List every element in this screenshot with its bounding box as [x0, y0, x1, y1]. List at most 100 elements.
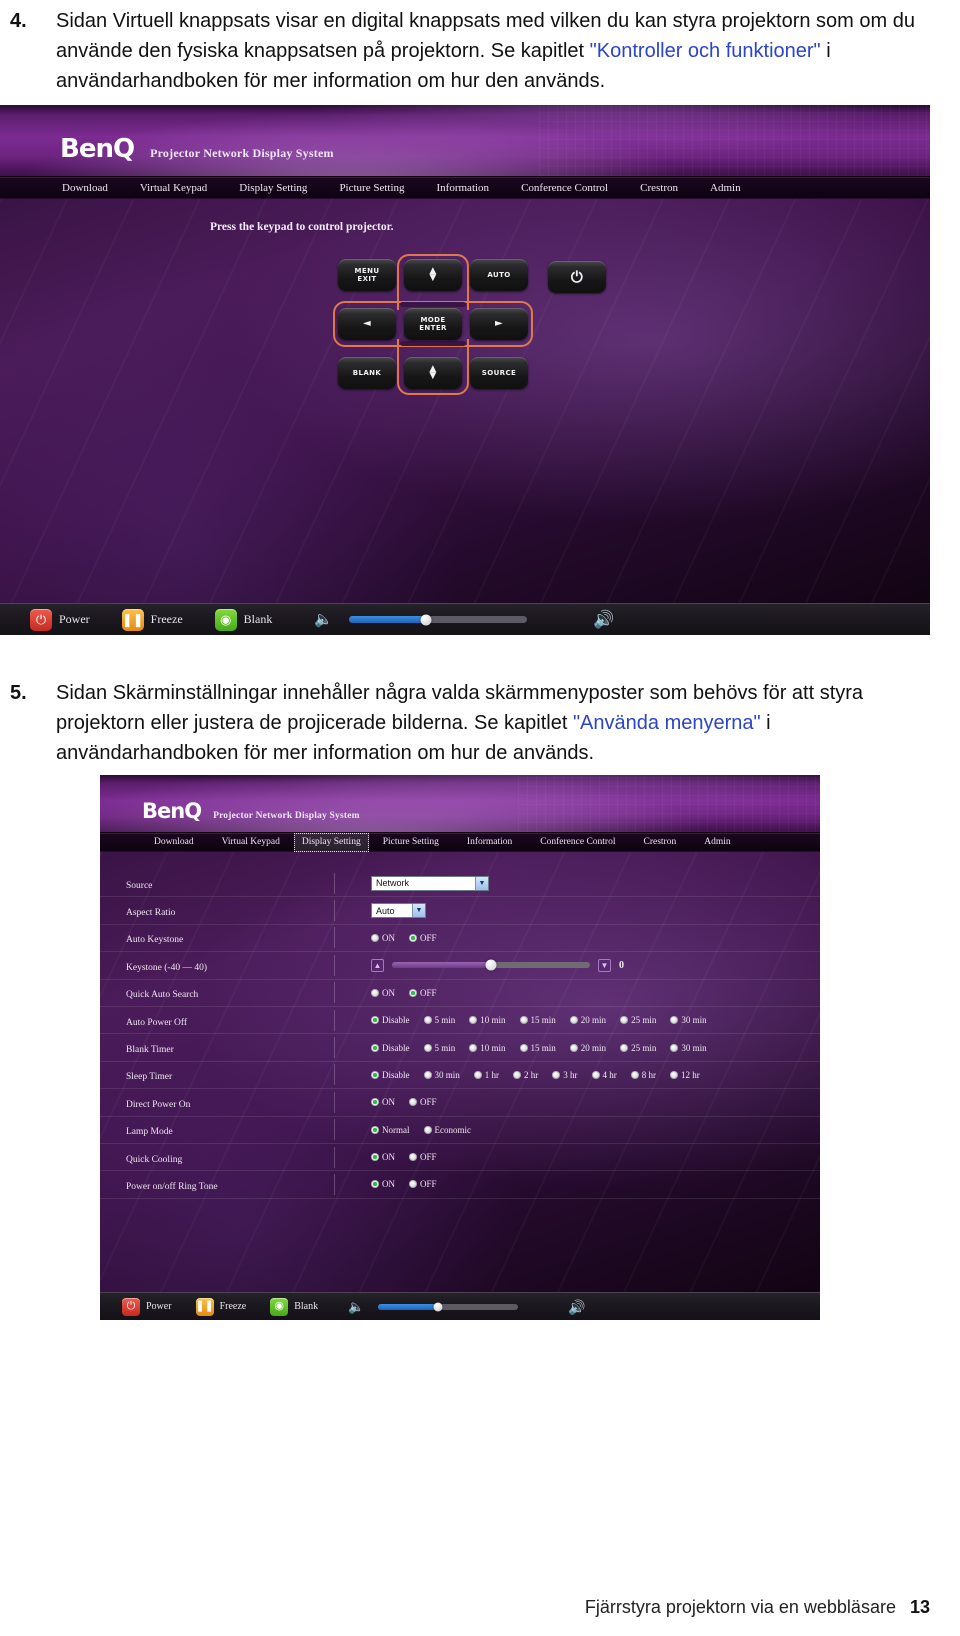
setting-label-quick-cooling: Quick Cooling [100, 1146, 335, 1168]
auto-power-off-radio-6[interactable]: 30 min [670, 1015, 707, 1025]
keypad-auto-button[interactable]: AUTO [470, 259, 528, 291]
auto-keystone-radio-on[interactable]: ON [371, 933, 395, 943]
auto-power-off-radio-0[interactable]: Disable [371, 1015, 410, 1025]
toolbar-blank-button[interactable]: ◉ Blank [199, 608, 289, 631]
sleep-timer-radio-1[interactable]: 30 min [423, 1070, 460, 1080]
sleep-timer-radio-0[interactable]: Disable [371, 1070, 410, 1080]
item-5-number: 5. [10, 682, 27, 704]
toolbar-blank-button[interactable]: ◉ Blank [258, 1297, 330, 1316]
power-ring-tone-radio-off[interactable]: OFF [409, 1179, 437, 1189]
auto-power-off-radio-2[interactable]: 10 min [469, 1015, 506, 1025]
quick-auto-search-radio-off[interactable]: OFF [409, 988, 437, 998]
keypad-menu-exit-button[interactable]: MENU EXIT [338, 259, 396, 291]
sleep-timer-radio-5[interactable]: 4 hr [591, 1070, 617, 1080]
sleep-timer-radio-2[interactable]: 1 hr [473, 1069, 500, 1080]
nav-item-crestron[interactable]: Crestron [624, 178, 694, 198]
keypad-right-button[interactable]: ► [470, 308, 528, 340]
volume-slider[interactable] [378, 1302, 519, 1311]
keystone-increase-icon[interactable]: ▼ [598, 958, 611, 972]
direct-power-on-radio-on[interactable]: ON [371, 1097, 395, 1107]
keypad-up-keystone-button[interactable]: ▲ ▼ [404, 259, 462, 291]
toolbar-mute-button[interactable]: 🔈 [288, 612, 339, 627]
radio-label: Disable [382, 1042, 410, 1053]
chevron-down-icon[interactable]: ▼ [412, 904, 425, 918]
blank-timer-radio-5[interactable]: 25 min [620, 1043, 656, 1053]
item-5-link[interactable]: "Använda menyerna" [573, 712, 761, 734]
nav-item-information[interactable]: Information [453, 834, 526, 851]
blank-timer-radio-2[interactable]: 10 min [469, 1042, 506, 1053]
blank-timer-radio-6[interactable]: 30 min [670, 1043, 707, 1053]
setting-row-source: Source Network ▼ [100, 870, 820, 898]
power-ring-tone-radio-on[interactable]: ON [371, 1179, 395, 1189]
radio-label: OFF [420, 1152, 437, 1163]
keypad-source-button[interactable]: SOURCE [470, 357, 528, 389]
radio-dot [630, 1070, 639, 1079]
keypad-mode-enter-button[interactable]: MODE ENTER [404, 308, 462, 340]
quick-cooling-radio-on[interactable]: ON [371, 1152, 395, 1162]
setting-control-quick-auto-search: ON OFF [335, 988, 820, 998]
toolbar-volume-up-button[interactable]: 🔊 [537, 611, 620, 628]
auto-power-off-radio-1[interactable]: 5 min [423, 1015, 455, 1025]
toolbar-mute-button[interactable]: 🔈 [330, 1300, 368, 1313]
radio-label: 1 hr [484, 1069, 500, 1080]
nav-item-conference-control[interactable]: Conference Control [505, 178, 624, 198]
nav-item-picture-setting[interactable]: Picture Setting [369, 834, 453, 851]
blank-timer-radio-0[interactable]: Disable [371, 1043, 410, 1053]
toolbar-freeze-button[interactable]: ❚❚ Freeze [106, 608, 199, 631]
sleep-timer-radio-6[interactable]: 8 hr [630, 1070, 656, 1080]
toolbar-power-button[interactable]: ⏻ Power [14, 608, 106, 631]
source-select[interactable]: Network ▼ [371, 875, 489, 891]
radio-dot-selected [371, 1180, 379, 1189]
nav-item-admin[interactable]: Admin [690, 834, 744, 851]
radio-dot [552, 1070, 561, 1079]
setting-control-blank-timer: Disable 5 min 10 min 15 min 20 min 25 mi… [335, 1043, 820, 1053]
radio-dot [620, 1043, 629, 1052]
nav-item-conference-control[interactable]: Conference Control [526, 834, 629, 851]
lamp-mode-radio-economic[interactable]: Economic [423, 1125, 471, 1135]
sleep-timer-radio-3[interactable]: 2 hr [513, 1070, 538, 1080]
item-4-link[interactable]: "Kontroller och funktioner" [590, 40, 821, 62]
nav-item-display-setting[interactable]: Display Setting [293, 833, 369, 852]
radio-label: 10 min [480, 1042, 506, 1053]
quick-cooling-radio-off[interactable]: OFF [409, 1152, 437, 1162]
nav-item-virtual-keypad[interactable]: Virtual Keypad [208, 834, 294, 851]
volume-slider[interactable] [349, 614, 528, 625]
keystone-decrease-icon[interactable]: ▲ [371, 958, 384, 972]
nav-item-display-setting[interactable]: Display Setting [223, 178, 323, 198]
lamp-mode-radio-normal[interactable]: Normal [371, 1125, 410, 1135]
nav-item-virtual-keypad[interactable]: Virtual Keypad [124, 178, 223, 198]
nav-item-download[interactable]: Download [46, 178, 124, 198]
sleep-timer-radio-7[interactable]: 12 hr [670, 1070, 700, 1080]
chevron-down-icon[interactable]: ▼ [475, 876, 488, 890]
volume-slider-knob[interactable] [420, 614, 432, 625]
keystone-slider[interactable] [392, 959, 590, 971]
sleep-timer-radio-4[interactable]: 3 hr [552, 1070, 578, 1080]
blank-timer-radio-1[interactable]: 5 min [423, 1043, 455, 1053]
keystone-slider-knob[interactable] [485, 959, 497, 971]
auto-power-off-radio-4[interactable]: 20 min [569, 1015, 606, 1025]
auto-power-off-radio-5[interactable]: 25 min [620, 1015, 656, 1025]
toolbar-power-button[interactable]: ⏻ Power [110, 1297, 184, 1316]
radio-label: ON [382, 1179, 395, 1190]
radio-dot [519, 1016, 528, 1025]
toolbar-volume-up-button[interactable]: 🔊 [528, 1300, 589, 1314]
auto-keystone-radio-off[interactable]: OFF [409, 933, 437, 943]
blank-timer-radio-3[interactable]: 15 min [519, 1043, 556, 1053]
direct-power-on-radio-off[interactable]: OFF [409, 1097, 437, 1107]
nav-item-admin[interactable]: Admin [694, 178, 757, 198]
nav-item-download[interactable]: Download [140, 834, 208, 851]
nav-item-crestron[interactable]: Crestron [629, 834, 690, 851]
keypad-power-button[interactable]: ⏻ [548, 261, 606, 293]
keypad-left-button[interactable]: ◄ [338, 308, 396, 340]
nav-item-information[interactable]: Information [421, 178, 506, 198]
quick-auto-search-radio-on[interactable]: ON [371, 988, 395, 998]
blank-timer-radio-4[interactable]: 20 min [569, 1043, 606, 1053]
auto-power-off-radio-3[interactable]: 15 min [519, 1015, 556, 1025]
volume-slider-knob[interactable] [433, 1302, 443, 1311]
nav-item-picture-setting[interactable]: Picture Setting [323, 178, 420, 198]
toolbar-freeze-button[interactable]: ❚❚ Freeze [184, 1297, 259, 1316]
radio-dot [409, 1153, 417, 1162]
aspect-ratio-select[interactable]: Auto ▼ [371, 903, 426, 919]
keypad-blank-button[interactable]: BLANK [338, 357, 396, 389]
keypad-down-keystone-button[interactable]: ▲ ▼ [404, 357, 462, 389]
